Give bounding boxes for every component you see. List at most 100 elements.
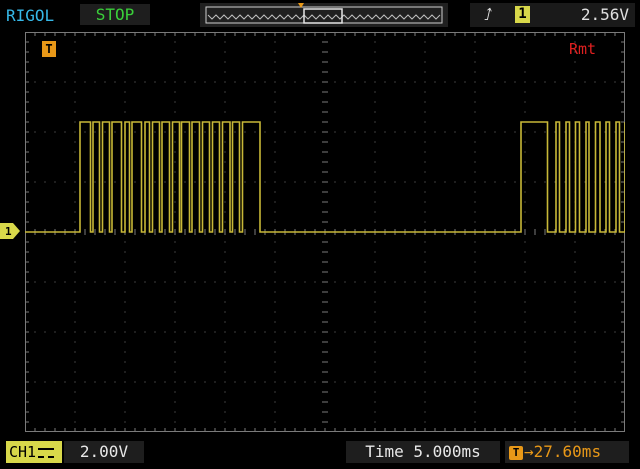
waveform-plot: [25, 32, 625, 432]
grid-dot: [264, 81, 266, 83]
grid-dot: [524, 391, 526, 393]
grid-dot: [224, 241, 226, 243]
grid-dot: [494, 281, 496, 283]
grid-dot: [374, 381, 376, 383]
grid-dot: [214, 331, 216, 333]
grid-dot: [574, 291, 576, 293]
grid-dot: [354, 81, 356, 83]
grid-dot: [224, 171, 226, 173]
grid-dot: [524, 401, 526, 403]
grid-dot: [124, 271, 126, 273]
grid-dot: [174, 171, 176, 173]
grid-dot: [74, 71, 76, 73]
grid-dot: [494, 131, 496, 133]
grid-dot: [174, 251, 176, 253]
grid-dot: [524, 201, 526, 203]
grid-dot: [474, 331, 476, 333]
grid-dot: [74, 111, 76, 113]
grid-dot: [404, 81, 406, 83]
grid-dot: [424, 251, 426, 253]
grid-dot: [124, 411, 126, 413]
grid-dot: [364, 381, 366, 383]
grid-dot: [574, 81, 576, 83]
grid-dot: [74, 311, 76, 313]
grid-dot: [614, 281, 616, 283]
grid-dot: [284, 381, 286, 383]
grid-dot: [274, 251, 276, 253]
grid-dot: [44, 181, 46, 183]
grid-dot: [124, 301, 126, 303]
grid-dot: [54, 131, 56, 133]
grid-dot: [264, 281, 266, 283]
grid-dot: [194, 131, 196, 133]
grid-dot: [174, 381, 176, 383]
grid-dot: [204, 381, 206, 383]
grid-dot: [304, 131, 306, 133]
brand-logo: RIGOL: [6, 6, 55, 25]
grid-dot: [224, 261, 226, 263]
waveform-display[interactable]: [25, 32, 625, 432]
grid-dot: [274, 191, 276, 193]
grid-dot: [84, 281, 86, 283]
grid-dot: [394, 281, 396, 283]
grid-dot: [414, 131, 416, 133]
grid-dot: [574, 111, 576, 113]
grid-dot: [74, 331, 76, 333]
ch1-vertical-scale[interactable]: 2.00V: [64, 441, 144, 463]
grid-dot: [394, 131, 396, 133]
grid-dot: [174, 141, 176, 143]
grid-dot: [174, 81, 176, 83]
trigger-position-marker[interactable]: T: [42, 41, 56, 57]
grid-dot: [484, 181, 486, 183]
grid-dot: [434, 81, 436, 83]
grid-dot: [74, 401, 76, 403]
grid-dot: [374, 121, 376, 123]
grid-dot: [94, 281, 96, 283]
grid-dot: [614, 81, 616, 83]
grid-dot: [374, 361, 376, 363]
grid-dot: [94, 181, 96, 183]
grid-dot: [524, 241, 526, 243]
grid-dot: [274, 141, 276, 143]
grid-dot: [534, 381, 536, 383]
grid-dot: [224, 201, 226, 203]
grid-dot: [224, 411, 226, 413]
grid-dot: [284, 331, 286, 333]
grid-dot: [224, 221, 226, 223]
grid-dot: [514, 181, 516, 183]
grid-dot: [54, 181, 56, 183]
ch1-channel-indicator[interactable]: CH1: [6, 441, 62, 463]
grid-dot: [374, 81, 376, 83]
grid-dot: [454, 381, 456, 383]
grid-dot: [264, 381, 266, 383]
grid-dot: [524, 341, 526, 343]
trigger-settings[interactable]: ⭜ 1 2.56V: [470, 3, 635, 27]
grid-dot: [294, 331, 296, 333]
grid-dot: [524, 211, 526, 213]
trigger-delay[interactable]: T →27.60ms: [505, 441, 629, 463]
grid-dot: [424, 131, 426, 133]
grid-dot: [474, 141, 476, 143]
grid-dot: [474, 211, 476, 213]
grid-dot: [134, 281, 136, 283]
grid-dot: [124, 111, 126, 113]
grid-dot: [274, 241, 276, 243]
grid-dot: [274, 61, 276, 63]
grid-dot: [74, 351, 76, 353]
horizontal-timebase[interactable]: Time 5.000ms: [346, 441, 500, 463]
run-stop-status[interactable]: STOP: [80, 4, 150, 25]
grid-dot: [174, 221, 176, 223]
grid-dot: [94, 81, 96, 83]
grid-dot: [594, 81, 596, 83]
grid-dot: [224, 61, 226, 63]
grid-dot: [584, 281, 586, 283]
grid-dot: [434, 131, 436, 133]
grid-dot: [424, 371, 426, 373]
grid-dot: [574, 361, 576, 363]
memory-depth-indicator[interactable]: [200, 3, 448, 27]
grid-dot: [524, 271, 526, 273]
grid-dot: [74, 261, 76, 263]
grid-dot: [84, 81, 86, 83]
grid-dot: [534, 331, 536, 333]
ch1-ground-marker[interactable]: 1: [0, 223, 22, 239]
